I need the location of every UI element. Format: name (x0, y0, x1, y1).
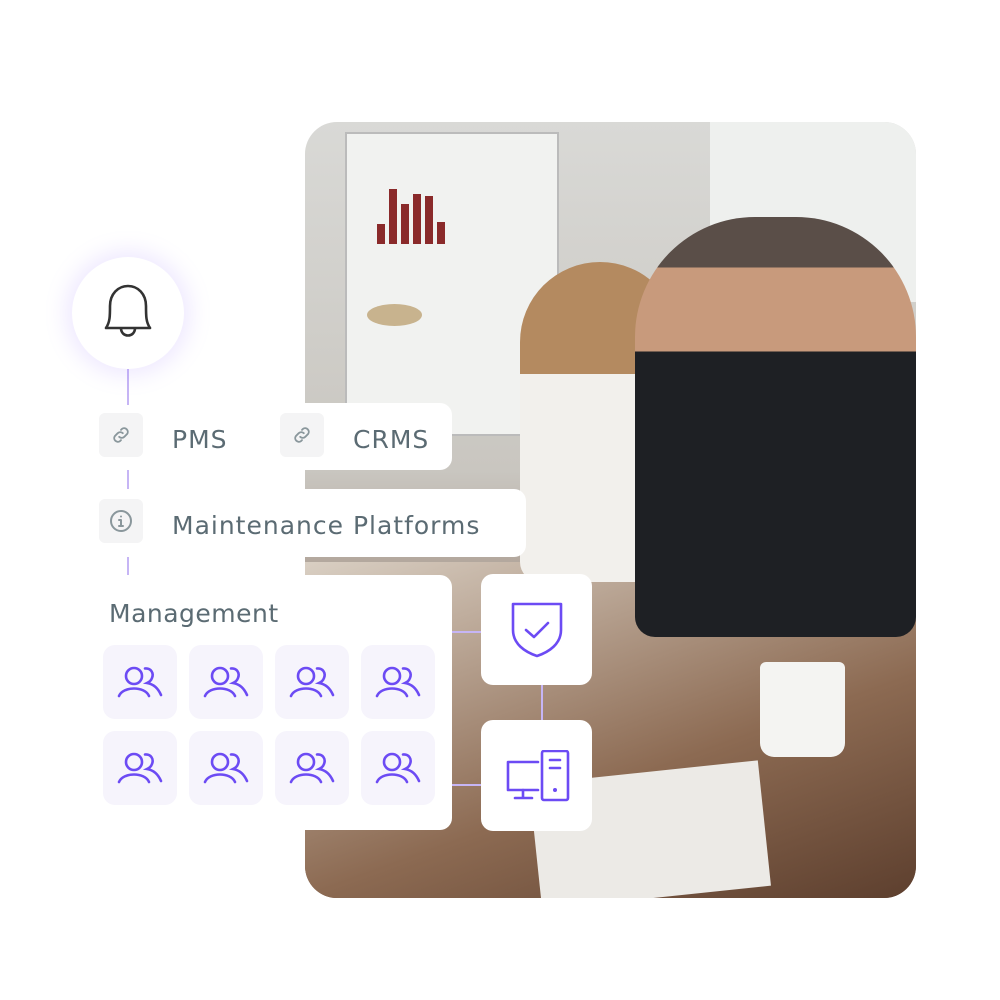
link-icon (294, 427, 310, 443)
users-icon (375, 752, 421, 784)
management-tile[interactable] (275, 645, 349, 719)
bell-icon (104, 284, 152, 337)
management-tile[interactable] (361, 645, 435, 719)
security-card[interactable] (481, 574, 592, 685)
users-icon (117, 752, 163, 784)
shield-check-icon (511, 602, 562, 657)
management-tile[interactable] (275, 731, 349, 805)
management-tile[interactable] (361, 731, 435, 805)
management-tile[interactable] (189, 645, 263, 719)
computer-icon (506, 749, 569, 801)
users-icon (203, 752, 249, 784)
users-icon (203, 666, 249, 698)
users-icon (289, 752, 335, 784)
maintenance-icon-box (99, 499, 143, 543)
info-icon (110, 510, 132, 532)
connector-line (452, 784, 481, 786)
management-tile[interactable] (189, 731, 263, 805)
users-icon (289, 666, 335, 698)
management-tile[interactable] (103, 645, 177, 719)
photo-mug (760, 662, 845, 757)
pms-icon-box (99, 413, 143, 457)
photo-person (635, 217, 916, 637)
connector-line (127, 369, 129, 405)
pms-label[interactable]: PMS (172, 425, 228, 455)
crms-label[interactable]: CRMS (353, 425, 429, 455)
connector-line (452, 631, 481, 633)
computer-card[interactable] (481, 720, 592, 831)
management-title: Management (109, 599, 279, 628)
notification-bell[interactable] (72, 257, 184, 369)
connector-line (127, 470, 129, 489)
connector-line (127, 557, 129, 575)
users-icon (375, 666, 421, 698)
crms-icon-box (280, 413, 324, 457)
link-icon (113, 427, 129, 443)
users-icon (117, 666, 163, 698)
maintenance-label[interactable]: Maintenance Platforms (172, 511, 480, 541)
management-tile[interactable] (103, 731, 177, 805)
connector-line (541, 685, 543, 720)
